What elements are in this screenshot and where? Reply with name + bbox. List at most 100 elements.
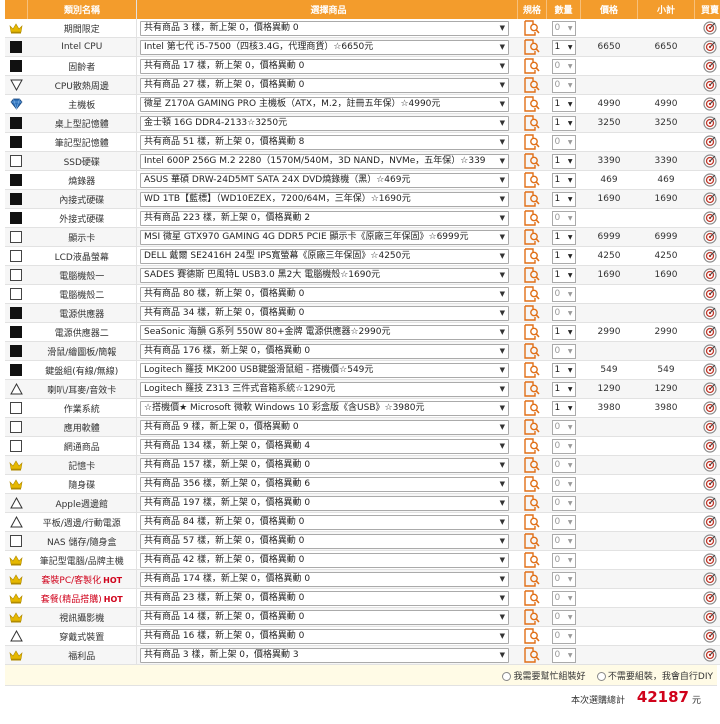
quantity-select[interactable]: 1 ▼ (551, 153, 576, 169)
product-select[interactable]: 共有商品 42 樣，新上架 0，價格異動 0 ▼ (140, 552, 509, 568)
product-select[interactable]: WD 1TB【藍標】（WD10EZEX，7200/64M，三年保）☆1690元 ▼ (140, 191, 509, 207)
buy-target-icon[interactable] (703, 59, 717, 73)
spec-search-icon[interactable] (523, 476, 541, 492)
quantity-select[interactable]: 0 ▼ (551, 457, 576, 473)
buy-target-icon[interactable] (703, 458, 717, 472)
product-select[interactable]: 共有商品 157 樣，新上架 0，價格異動 0 ▼ (140, 457, 509, 473)
buy-target-icon[interactable] (703, 401, 717, 415)
spec-search-icon[interactable] (523, 305, 541, 321)
quantity-select[interactable]: 0 ▼ (551, 571, 576, 587)
spec-search-icon[interactable] (523, 381, 541, 397)
spec-search-icon[interactable] (523, 552, 541, 568)
quantity-select[interactable]: 0 ▼ (551, 590, 576, 606)
product-select[interactable]: 共有商品 197 樣，新上架 0，價格異動 0 ▼ (140, 495, 509, 511)
buy-target-icon[interactable] (703, 135, 717, 149)
product-select[interactable]: 共有商品 51 樣，新上架 0，價格異動 8 ▼ (140, 134, 509, 150)
product-select[interactable]: 共有商品 356 樣，新上架 0，價格異動 6 ▼ (140, 476, 509, 492)
spec-search-icon[interactable] (523, 362, 541, 378)
spec-search-icon[interactable] (523, 39, 541, 55)
product-select[interactable]: 共有商品 84 樣，新上架 0，價格異動 0 ▼ (140, 514, 509, 530)
product-select[interactable]: 共有商品 16 樣，新上架 0，價格異動 0 ▼ (140, 628, 509, 644)
quantity-select[interactable]: 0 ▼ (551, 210, 576, 226)
quantity-select[interactable]: 1 ▼ (551, 381, 576, 397)
quantity-select[interactable]: 1 ▼ (551, 267, 576, 283)
product-select[interactable]: 共有商品 80 樣，新上架 0，價格異動 0 ▼ (140, 286, 509, 302)
quantity-select[interactable]: 1 ▼ (551, 400, 576, 416)
buy-target-icon[interactable] (703, 268, 717, 282)
buy-target-icon[interactable] (703, 173, 717, 187)
spec-search-icon[interactable] (523, 647, 541, 663)
spec-search-icon[interactable] (523, 210, 541, 226)
product-select[interactable]: 共有商品 57 樣，新上架 0，價格異動 0 ▼ (140, 533, 509, 549)
spec-search-icon[interactable] (523, 134, 541, 150)
buy-target-icon[interactable] (703, 572, 717, 586)
quantity-select[interactable]: 0 ▼ (551, 343, 576, 359)
product-select[interactable]: 共有商品 3 樣，新上架 0，價格異動 3 ▼ (140, 647, 509, 663)
quantity-select[interactable]: 1 ▼ (551, 96, 576, 112)
buy-target-icon[interactable] (703, 344, 717, 358)
buy-target-icon[interactable] (703, 496, 717, 510)
spec-search-icon[interactable] (523, 495, 541, 511)
radio-diy[interactable] (596, 672, 606, 681)
quantity-select[interactable]: 0 ▼ (551, 286, 576, 302)
quantity-select[interactable]: 0 ▼ (551, 647, 576, 663)
spec-search-icon[interactable] (523, 77, 541, 93)
product-select[interactable]: 共有商品 17 樣，新上架 0，價格異動 0 ▼ (140, 58, 509, 74)
buy-target-icon[interactable] (703, 591, 717, 605)
product-select[interactable]: 共有商品 23 樣，新上架 0，價格異動 0 ▼ (140, 590, 509, 606)
product-select[interactable]: 共有商品 223 樣，新上架 0，價格異動 2 ▼ (140, 210, 509, 226)
product-select[interactable]: 共有商品 174 樣，新上架 0，價格異動 0 ▼ (140, 571, 509, 587)
spec-search-icon[interactable] (523, 324, 541, 340)
product-select[interactable]: 共有商品 134 樣，新上架 0，價格異動 4 ▼ (140, 438, 509, 454)
product-select[interactable]: 共有商品 14 樣，新上架 0，價格異動 0 ▼ (140, 609, 509, 625)
buy-target-icon[interactable] (703, 230, 717, 244)
spec-search-icon[interactable] (523, 115, 541, 131)
spec-search-icon[interactable] (523, 191, 541, 207)
product-select[interactable]: Intel 第七代 i5-7500（四核3.4G，代理商貨）☆6650元 ▼ (140, 39, 509, 55)
product-select[interactable]: ☆搭機價★ Microsoft 微軟 Windows 10 彩盒版《含USB》☆… (140, 400, 509, 416)
spec-search-icon[interactable] (523, 58, 541, 74)
buy-target-icon[interactable] (703, 40, 717, 54)
quantity-select[interactable]: 1 ▼ (551, 362, 576, 378)
quantity-select[interactable]: 1 ▼ (551, 191, 576, 207)
spec-search-icon[interactable] (523, 248, 541, 264)
spec-search-icon[interactable] (523, 438, 541, 454)
buy-target-icon[interactable] (703, 306, 717, 320)
quantity-select[interactable]: 1 ▼ (551, 229, 576, 245)
buy-target-icon[interactable] (703, 477, 717, 491)
buy-target-icon[interactable] (703, 610, 717, 624)
quantity-select[interactable]: 0 ▼ (551, 419, 576, 435)
quantity-select[interactable]: 0 ▼ (551, 552, 576, 568)
quantity-select[interactable]: 0 ▼ (551, 609, 576, 625)
spec-search-icon[interactable] (523, 286, 541, 302)
buy-target-icon[interactable] (703, 249, 717, 263)
spec-search-icon[interactable] (523, 153, 541, 169)
product-select[interactable]: 共有商品 176 樣，新上架 0，價格異動 0 ▼ (140, 343, 509, 359)
product-select[interactable]: Logitech 羅技 Z313 三件式音箱系統☆1290元 ▼ (140, 381, 509, 397)
quantity-select[interactable]: 0 ▼ (551, 134, 576, 150)
quantity-select[interactable]: 1 ▼ (551, 115, 576, 131)
spec-search-icon[interactable] (523, 609, 541, 625)
buy-target-icon[interactable] (703, 116, 717, 130)
spec-search-icon[interactable] (523, 419, 541, 435)
spec-search-icon[interactable] (523, 590, 541, 606)
spec-search-icon[interactable] (523, 96, 541, 112)
buy-target-icon[interactable] (703, 439, 717, 453)
spec-search-icon[interactable] (523, 628, 541, 644)
product-select[interactable]: 共有商品 27 樣，新上架 0，價格異動 0 ▼ (140, 77, 509, 93)
spec-search-icon[interactable] (523, 343, 541, 359)
quantity-select[interactable]: 0 ▼ (551, 495, 576, 511)
quantity-select[interactable]: 1 ▼ (551, 248, 576, 264)
quantity-select[interactable]: 0 ▼ (551, 628, 576, 644)
buy-target-icon[interactable] (703, 515, 717, 529)
product-select[interactable]: 共有商品 3 樣，新上架 0，價格異動 0 ▼ (140, 20, 509, 36)
quantity-select[interactable]: 1 ▼ (551, 172, 576, 188)
product-select[interactable]: Intel 600P 256G M.2 2280（1570M/540M，3D N… (140, 153, 509, 169)
buy-target-icon[interactable] (703, 382, 717, 396)
product-select[interactable]: Logitech 羅技 MK200 USB鍵盤滑鼠組 - 搭機價☆549元 ▼ (140, 362, 509, 378)
spec-search-icon[interactable] (523, 20, 541, 36)
buy-target-icon[interactable] (703, 97, 717, 111)
product-select[interactable]: 微星 Z170A GAMING PRO 主機板（ATX，M.2，註冊五年保）☆4… (140, 96, 509, 112)
product-select[interactable]: 金士頓 16G DDR4-2133☆3250元 ▼ (140, 115, 509, 131)
product-select[interactable]: SeaSonic 海韻 G系列 550W 80+金牌 電源供應器☆2990元 ▼ (140, 324, 509, 340)
